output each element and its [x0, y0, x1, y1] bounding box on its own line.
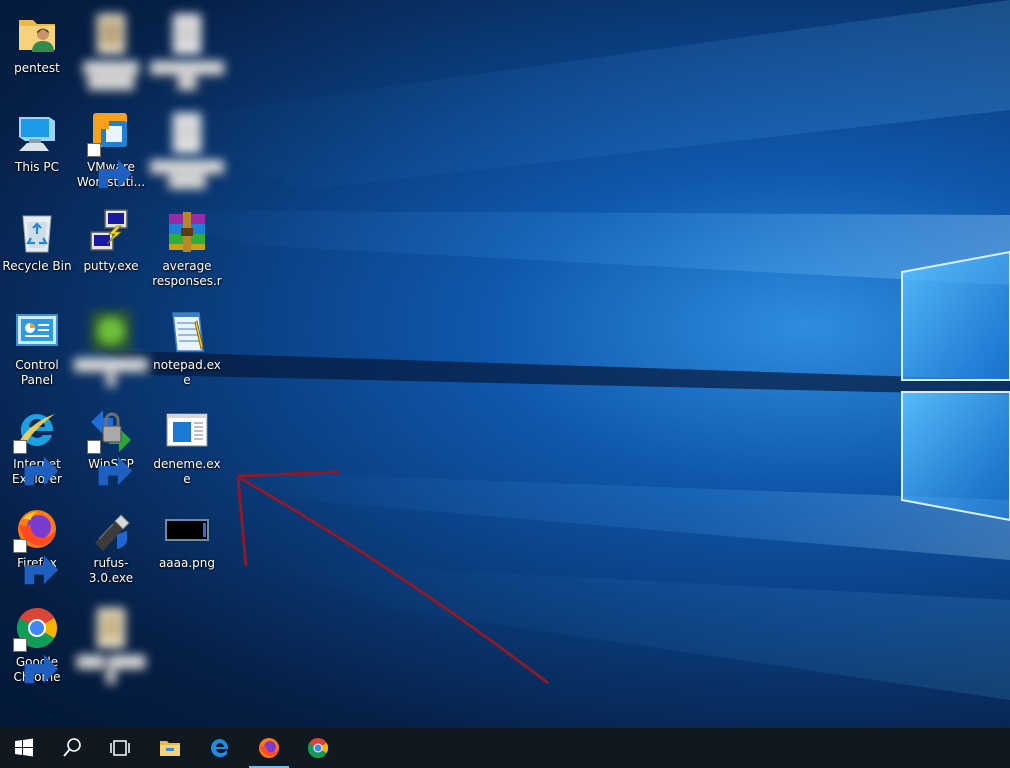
- taskbar-file-explorer[interactable]: [146, 728, 194, 768]
- desktop-icon-redacted-4[interactable]: ███████████████: [150, 6, 224, 98]
- icon-label: putty.exe: [83, 259, 139, 273]
- desktop-icon-average-responses[interactable]: average responses.rar: [150, 204, 224, 296]
- desktop-icon-aaaa[interactable]: aaaa.png: [150, 501, 224, 593]
- icon-label: ███.█████: [76, 655, 146, 684]
- desktop-icon-control-panel[interactable]: Control Panel: [0, 303, 74, 395]
- shortcut-arrow-icon: [87, 143, 133, 189]
- shortcut-arrow-icon: [87, 440, 133, 486]
- desktop-icon-notepad[interactable]: notepad.exe: [150, 303, 224, 395]
- desktop-icon-putty[interactable]: putty.exe: [74, 204, 148, 296]
- user-folder-icon: [19, 20, 55, 52]
- firefox-icon: [259, 738, 279, 758]
- redacted-file-icon: [173, 14, 201, 54]
- putty-icon: [90, 209, 128, 251]
- desktop-icon-firefox[interactable]: Firefox: [0, 501, 74, 593]
- icon-label: ████████████: [150, 160, 224, 189]
- task-view-button[interactable]: [96, 728, 144, 768]
- icon-label: pentest: [14, 61, 60, 75]
- redacted-app-icon: [91, 311, 131, 351]
- image-file-icon: [165, 519, 209, 541]
- desktop[interactable]: pentest This PC Recycle Bin Control Pane…: [0, 0, 1010, 728]
- redacted-file-icon: [173, 113, 201, 153]
- icon-label: █████████: [74, 358, 148, 387]
- desktop-icon-internet-explorer[interactable]: Internet Explorer: [0, 402, 74, 494]
- notepad-icon: [172, 312, 204, 352]
- desktop-icon-redacted-3[interactable]: ███.█████: [74, 600, 148, 692]
- desktop-icon-this-pc[interactable]: This PC: [0, 105, 74, 197]
- icon-label: ███████████████: [150, 61, 224, 90]
- desktop-icon-recycle-bin[interactable]: Recycle Bin: [0, 204, 74, 296]
- redacted-file-icon: [97, 14, 125, 54]
- computer-icon: [19, 117, 55, 151]
- icon-label: average responses.rar: [152, 259, 222, 288]
- chrome-icon: [307, 738, 329, 759]
- desktop-icon-redacted-1[interactable]: ██████ █████████: [74, 6, 148, 98]
- icon-label: notepad.exe: [153, 358, 221, 387]
- recycle-bin-icon: [22, 215, 52, 253]
- task-view-icon: [110, 740, 130, 756]
- application-window-icon: [166, 413, 208, 447]
- taskbar: [0, 728, 1010, 768]
- desktop-icon-rufus[interactable]: rufus-3.0.exe: [74, 501, 148, 593]
- control-panel-icon: [16, 314, 58, 346]
- icon-label: Recycle Bin: [2, 259, 72, 273]
- taskbar-edge[interactable]: [196, 728, 244, 768]
- shortcut-arrow-icon: [13, 440, 59, 486]
- search-button[interactable]: [48, 728, 96, 768]
- icon-label: rufus-3.0.exe: [88, 556, 134, 585]
- icon-label: This PC: [15, 160, 59, 174]
- start-icon: [15, 738, 33, 757]
- icon-label: Control Panel: [15, 358, 59, 387]
- edge-icon: [211, 739, 228, 757]
- start-button[interactable]: [0, 728, 48, 768]
- desktop-icon-google-chrome[interactable]: Google Chrome: [0, 600, 74, 692]
- file-explorer-icon: [160, 741, 180, 756]
- usb-drive-icon: [95, 514, 130, 551]
- winrar-archive-icon: [169, 212, 205, 252]
- icon-label: ██████ █████████: [83, 61, 139, 90]
- icon-label: aaaa.png: [158, 556, 216, 570]
- taskbar-chrome[interactable]: [294, 728, 342, 768]
- desktop-icon-deneme[interactable]: deneme.exe: [150, 402, 224, 494]
- desktop-icon-redacted-5[interactable]: ████████████: [150, 105, 224, 197]
- desktop-icon-redacted-2[interactable]: █████████: [74, 303, 148, 395]
- desktop-icon-winscp[interactable]: WinSCP: [74, 402, 148, 494]
- search-icon: [63, 738, 81, 757]
- shortcut-arrow-icon: [13, 638, 59, 684]
- icon-label: deneme.exe: [153, 457, 221, 486]
- shortcut-arrow-icon: [13, 539, 59, 585]
- desktop-icon-vmware[interactable]: VMware Workstati...: [74, 105, 148, 197]
- taskbar-firefox[interactable]: [245, 728, 293, 768]
- desktop-icon-pentest[interactable]: pentest: [0, 6, 74, 98]
- redacted-file-icon: [97, 608, 125, 648]
